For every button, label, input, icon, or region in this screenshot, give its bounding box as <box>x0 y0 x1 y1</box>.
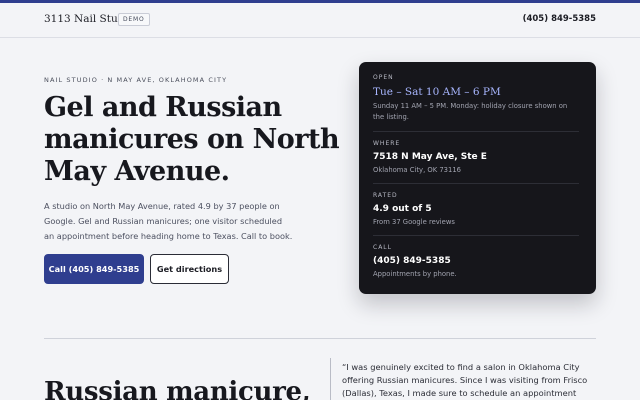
info-where-label: WHERE <box>373 140 401 147</box>
site-header: 3113 Nail Studio DEMO (405) 849-5385 <box>0 3 640 38</box>
info-open-label: OPEN <box>373 74 394 81</box>
info-call-section: CALL (405) 849-5385 Appointments by phon… <box>373 244 579 280</box>
hero-eyebrow: NAIL STUDIO · N MAY AVE, OKLAHOMA CITY <box>44 76 228 84</box>
info-call-label: CALL <box>373 244 392 251</box>
info-open-hours: Tue – Sat 10 AM – 6 PM <box>373 86 501 98</box>
info-open-note: Sunday 11 AM – 5 PM. Monday: holiday clo… <box>373 102 568 121</box>
info-where-section: WHERE 7518 N May Ave, Ste E Oklahoma Cit… <box>373 140 579 176</box>
info-rating: 4.9 out of 5 <box>373 204 432 214</box>
header-phone-link[interactable]: (405) 849-5385 <box>523 14 596 24</box>
info-open-section: OPEN Tue – Sat 10 AM – 6 PM Sunday 11 AM… <box>373 74 579 123</box>
info-city: Oklahoma City, OK 73116 <box>373 166 461 174</box>
info-rated-label: RATED <box>373 192 398 199</box>
card-divider <box>373 131 579 132</box>
get-directions-button[interactable]: Get directions <box>150 254 229 284</box>
info-card: OPEN Tue – Sat 10 AM – 6 PM Sunday 11 AM… <box>359 62 596 294</box>
hero-description: A studio on North May Avenue, rated 4.9 … <box>44 201 293 241</box>
card-divider <box>373 183 579 184</box>
info-call-note: Appointments by phone. <box>373 270 457 278</box>
card-divider <box>373 235 579 236</box>
hero-title: Gel and Russian manicures on North May A… <box>44 92 340 187</box>
section-title: Russian manicure, <box>44 377 311 400</box>
call-button[interactable]: Call (405) 849-5385 <box>44 254 144 284</box>
review-quote: “I was genuinely excited to find a salon… <box>342 362 588 398</box>
info-rated-section: RATED 4.9 out of 5 From 37 Google review… <box>373 192 579 228</box>
demo-badge: DEMO <box>118 13 150 26</box>
info-address[interactable]: 7518 N May Ave, Ste E <box>373 152 579 162</box>
info-phone-link[interactable]: (405) 849-5385 <box>373 256 579 266</box>
section-divider <box>44 338 596 339</box>
quote-rule <box>330 358 331 400</box>
info-review-count: From 37 Google reviews <box>373 218 455 226</box>
